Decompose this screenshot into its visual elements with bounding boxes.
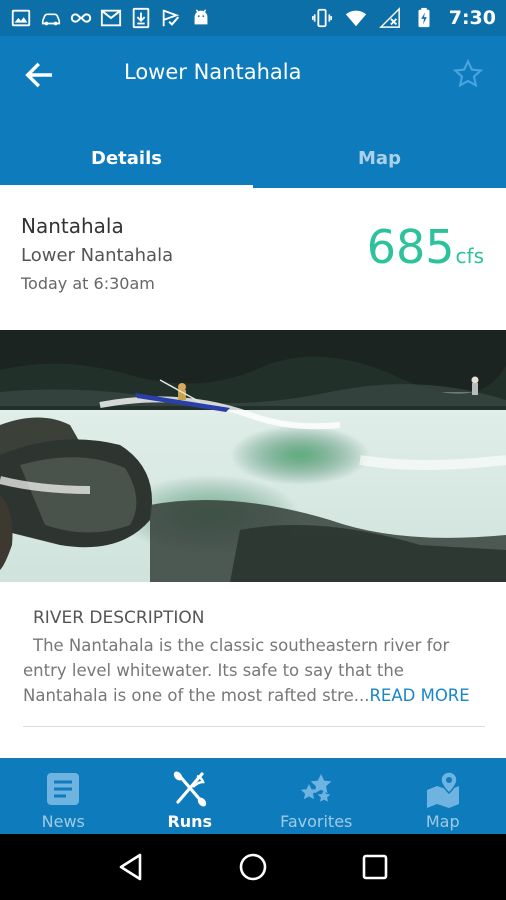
river-name: Nantahala — [21, 214, 124, 238]
river-photo — [0, 330, 506, 582]
nav-label: Favorites — [280, 812, 353, 831]
car-icon — [40, 7, 62, 29]
image-icon — [10, 7, 32, 29]
flow-value: 685 — [366, 220, 455, 274]
system-navigation-bar — [0, 834, 506, 900]
nav-label: News — [41, 812, 85, 831]
tab-map[interactable]: Map — [253, 128, 506, 188]
nav-news[interactable]: News — [0, 758, 127, 834]
tab-bar: Details Map — [0, 128, 506, 188]
nav-runs[interactable]: Runs — [127, 758, 254, 834]
bottom-navigation: News Runs Favorites Map — [0, 758, 506, 834]
notification-icons — [10, 7, 311, 29]
stars-icon — [301, 774, 332, 802]
news-icon — [47, 773, 80, 805]
home-circle-icon[interactable] — [235, 849, 271, 885]
nav-label: Runs — [167, 812, 213, 831]
recents-square-icon[interactable] — [357, 849, 393, 885]
battery-charging-icon — [413, 7, 435, 29]
flow-unit: cfs — [455, 244, 484, 268]
infinity-icon — [70, 7, 92, 29]
star-outline-icon[interactable] — [452, 58, 484, 90]
gmail-icon — [100, 7, 122, 29]
app-bar: Lower Nantahala Details Map — [0, 36, 506, 188]
no-signal-icon — [378, 7, 401, 29]
river-description-section: RIVER DESCRIPTION The Nantahala is the c… — [0, 582, 506, 758]
nav-label: Map — [425, 812, 460, 831]
download-icon — [130, 7, 152, 29]
nav-map[interactable]: Map — [380, 758, 506, 834]
divider — [23, 726, 485, 727]
map-pin-icon — [426, 771, 459, 808]
run-summary-card: Nantahala Lower Nantahala Today at 6:30a… — [0, 188, 506, 330]
system-status-icons: 7:30 — [311, 7, 496, 29]
read-more-link[interactable]: READ MORE — [369, 686, 469, 705]
wifi-icon — [345, 7, 367, 29]
clock: 7:30 — [448, 7, 496, 29]
arrow-back-icon[interactable] — [22, 58, 56, 92]
status-bar: 7:30 — [0, 0, 506, 36]
vibrate-icon — [311, 7, 333, 29]
flow-reading: 685 cfs — [367, 220, 484, 274]
check-flag-icon — [160, 7, 182, 29]
tab-details[interactable]: Details — [0, 128, 253, 188]
run-name: Lower Nantahala — [21, 245, 174, 266]
updated-time: Today at 6:30am — [21, 274, 155, 293]
android-icon — [190, 7, 212, 29]
page-title: Lower Nantahala — [124, 60, 302, 84]
nav-favorites[interactable]: Favorites — [253, 758, 380, 834]
description-text: The Nantahala is the classic southeaster… — [23, 633, 489, 708]
back-triangle-icon[interactable] — [113, 849, 149, 885]
section-title: RIVER DESCRIPTION — [33, 608, 205, 628]
kayak-paddle-icon — [173, 771, 206, 807]
